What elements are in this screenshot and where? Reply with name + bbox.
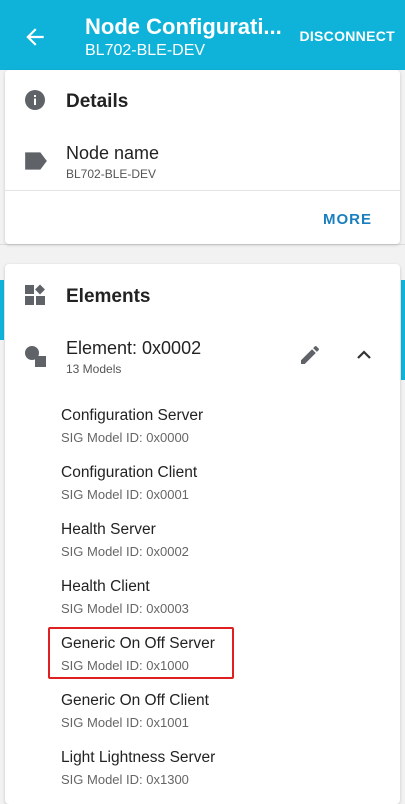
model-id: SIG Model ID: 0x1300 (61, 772, 189, 787)
node-name-value[interactable]: BL702-BLE-DEV (66, 167, 156, 181)
background-divider (0, 244, 405, 245)
element-title[interactable]: Element: 0x0002 (66, 338, 201, 359)
model-name: Health Client (61, 578, 150, 595)
model-id: SIG Model ID: 0x0001 (61, 487, 189, 502)
page-title: Node Configurati... (85, 14, 282, 39)
element-model-count: 13 Models (66, 362, 122, 376)
model-name: Generic On Off Client (61, 692, 209, 709)
app-bar: Node Configurati... BL702-BLE-DEV DISCON… (0, 0, 405, 70)
model-name: Configuration Client (61, 464, 198, 481)
node-name-label: Node name (66, 143, 160, 163)
info-icon (25, 90, 45, 110)
background-strip-left (0, 280, 4, 340)
model-id: SIG Model ID: 0x0003 (61, 601, 189, 616)
highlight-box (48, 627, 234, 679)
model-item[interactable]: Health Server SIG Model ID: 0x0002 (61, 521, 189, 559)
model-name: Light Lightness Server (61, 749, 216, 766)
model-id: SIG Model ID: 0x0000 (61, 430, 189, 445)
model-name: Configuration Server (61, 407, 204, 424)
back-arrow-icon[interactable] (22, 24, 48, 50)
label-tag-icon (25, 152, 47, 170)
element-shapes-icon (25, 346, 46, 367)
model-item[interactable]: Configuration Client SIG Model ID: 0x000… (61, 464, 197, 502)
page-subtitle: BL702-BLE-DEV (85, 42, 206, 59)
details-card: Details Node name BL702-BLE-DEV MORE (5, 70, 400, 244)
chevron-up-icon[interactable] (354, 347, 374, 363)
details-header: Details (66, 91, 129, 112)
widgets-icon (25, 284, 45, 305)
background-strip-right (401, 280, 405, 380)
elements-header: Elements (66, 286, 151, 307)
more-button[interactable]: MORE (323, 211, 372, 228)
model-name: Health Server (61, 521, 156, 538)
model-id: SIG Model ID: 0x0002 (61, 544, 189, 559)
model-item[interactable]: Generic On Off Client SIG Model ID: 0x10… (61, 692, 209, 730)
details-divider (5, 190, 400, 191)
model-item[interactable]: Light Lightness Server SIG Model ID: 0x1… (61, 749, 215, 787)
edit-pencil-icon[interactable] (298, 343, 322, 367)
model-id: SIG Model ID: 0x1001 (61, 715, 189, 730)
disconnect-button[interactable]: DISCONNECT (299, 28, 395, 44)
model-item[interactable]: Configuration Server SIG Model ID: 0x000… (61, 407, 203, 445)
model-item[interactable]: Health Client SIG Model ID: 0x0003 (61, 578, 189, 616)
